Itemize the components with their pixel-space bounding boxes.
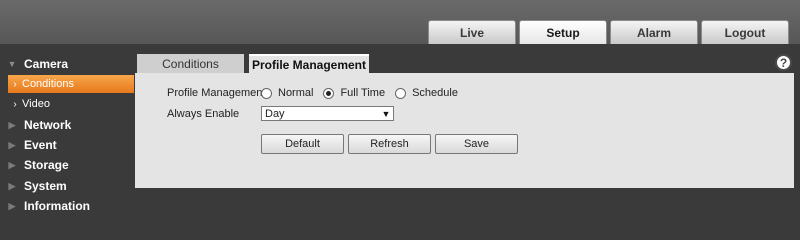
profile-management-label: Profile Management [167, 87, 266, 99]
sidebar-item-system[interactable]: ▶ System [0, 176, 134, 196]
nav-logout-button[interactable]: Logout [701, 20, 789, 44]
nav-alarm-button[interactable]: Alarm [610, 20, 698, 44]
always-enable-label: Always Enable [167, 108, 240, 120]
sidebar-item-storage[interactable]: ▶ Storage [0, 155, 134, 175]
sidebar-item-label: Camera [24, 57, 69, 71]
sidebar-subitem-label: Conditions [22, 78, 74, 90]
radio-normal[interactable]: Normal [261, 87, 313, 99]
radio-label: Schedule [412, 87, 458, 99]
triangle-right-icon: ▶ [8, 119, 16, 130]
radio-schedule[interactable]: Schedule [395, 87, 458, 99]
sidebar-item-information[interactable]: ▶ Information [0, 196, 134, 216]
sidebar-subitem-label: Video [22, 98, 50, 110]
chevron-right-icon: › [13, 78, 17, 90]
help-icon[interactable]: ? [775, 54, 792, 71]
radio-icon[interactable] [261, 87, 272, 99]
sidebar-item-label: System [24, 179, 67, 193]
triangle-right-icon: ▶ [8, 139, 16, 150]
always-enable-select[interactable]: Day ▼ [261, 106, 394, 121]
sidebar-item-network[interactable]: ▶ Network [0, 115, 134, 135]
triangle-right-icon: ▶ [8, 180, 16, 191]
nav-setup-button[interactable]: Setup [519, 20, 607, 44]
sidebar-item-event[interactable]: ▶ Event [0, 135, 134, 155]
radio-icon[interactable] [395, 87, 407, 99]
sidebar-subitem-video[interactable]: › Video [8, 95, 134, 113]
chevron-down-icon: ▼ [381, 108, 391, 119]
radio-checked-icon[interactable] [323, 87, 335, 99]
sidebar-item-label: Event [24, 138, 57, 152]
default-button[interactable]: Default [261, 134, 344, 154]
nav-live-button[interactable]: Live [428, 20, 516, 44]
triangle-right-icon: ▶ [8, 159, 16, 170]
triangle-right-icon: ▶ [8, 200, 16, 211]
radio-label: Normal [278, 87, 314, 99]
sidebar-item-label: Information [24, 199, 90, 213]
sidebar-item-camera[interactable]: ▼ Camera [0, 54, 134, 74]
sidebar-item-label: Network [24, 118, 72, 132]
tab-conditions[interactable]: Conditions [137, 54, 244, 74]
radio-full-time[interactable]: Full Time [323, 87, 385, 99]
refresh-button[interactable]: Refresh [348, 134, 431, 154]
sidebar-subitem-conditions[interactable]: › Conditions [8, 75, 134, 93]
chevron-right-icon: › [13, 98, 17, 110]
radio-label: Full Time [340, 87, 386, 99]
triangle-down-icon: ▼ [7, 59, 17, 69]
top-nav: Live Setup Alarm Logout [428, 20, 789, 44]
profile-radio-group: Normal Full Time Schedule [261, 86, 468, 100]
select-value: Day [265, 107, 285, 120]
save-button[interactable]: Save [435, 134, 518, 154]
tab-profile-management[interactable]: Profile Management [249, 54, 369, 74]
sidebar-item-label: Storage [24, 158, 69, 172]
